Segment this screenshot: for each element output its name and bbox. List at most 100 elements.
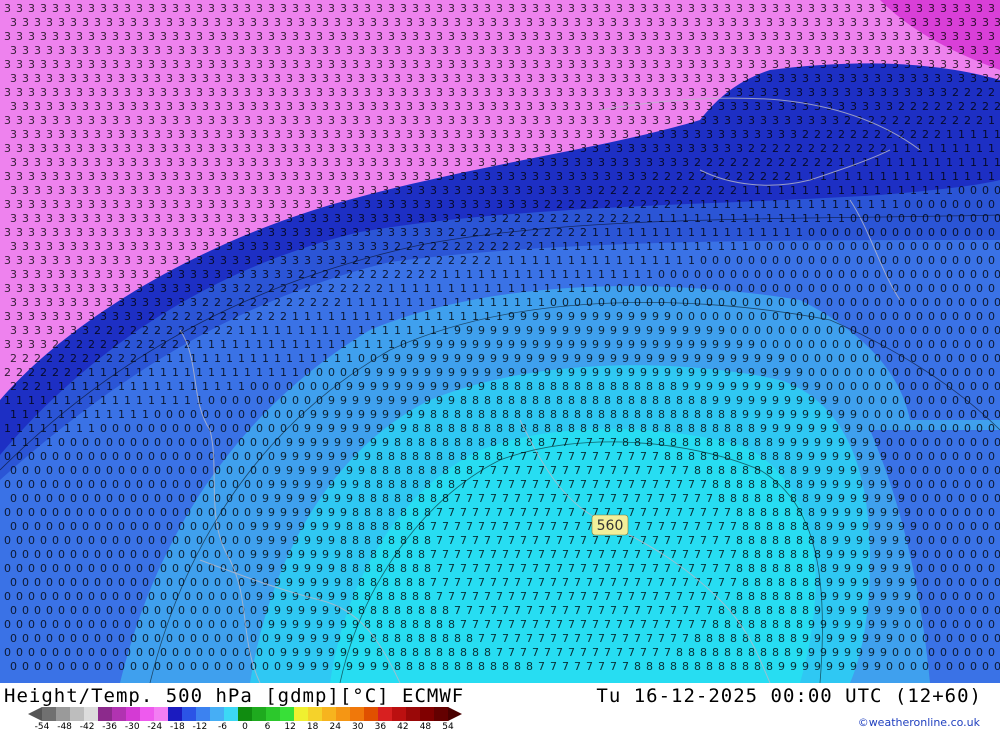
svg-text:0: 0	[226, 604, 233, 617]
svg-text:0: 0	[166, 408, 173, 421]
svg-text:0: 0	[904, 478, 911, 491]
svg-text:9: 9	[430, 380, 437, 393]
svg-text:3: 3	[10, 16, 17, 29]
svg-text:7: 7	[706, 492, 713, 505]
svg-text:0: 0	[688, 282, 695, 295]
svg-text:9: 9	[496, 366, 503, 379]
svg-text:0: 0	[58, 576, 65, 589]
svg-text:2: 2	[856, 114, 863, 127]
temperature-field: 3333333333333333333333333333333333333333…	[0, 0, 1000, 683]
svg-text:0: 0	[766, 324, 773, 337]
svg-text:0: 0	[604, 282, 611, 295]
svg-text:8: 8	[400, 450, 407, 463]
svg-text:0: 0	[28, 562, 35, 575]
svg-text:7: 7	[574, 660, 581, 673]
svg-text:0: 0	[52, 534, 59, 547]
svg-text:3: 3	[424, 198, 431, 211]
svg-text:8: 8	[742, 604, 749, 617]
colorbar-swatch	[420, 707, 435, 721]
svg-text:3: 3	[280, 86, 287, 99]
colorbar-swatch	[294, 707, 309, 721]
svg-text:0: 0	[952, 590, 959, 603]
svg-text:3: 3	[418, 100, 425, 113]
svg-text:8: 8	[382, 576, 389, 589]
svg-text:9: 9	[280, 506, 287, 519]
svg-text:2: 2	[676, 198, 683, 211]
svg-text:0: 0	[970, 660, 977, 673]
svg-text:1: 1	[376, 338, 383, 351]
svg-text:9: 9	[778, 660, 785, 673]
svg-text:9: 9	[340, 394, 347, 407]
svg-text:7: 7	[652, 562, 659, 575]
colorbar-left-arrow	[28, 707, 42, 721]
svg-text:7: 7	[640, 618, 647, 631]
svg-text:8: 8	[394, 632, 401, 645]
svg-text:9: 9	[862, 576, 869, 589]
svg-text:9: 9	[388, 366, 395, 379]
svg-text:3: 3	[646, 100, 653, 113]
svg-text:0: 0	[148, 590, 155, 603]
svg-text:3: 3	[982, 16, 989, 29]
svg-text:3: 3	[346, 44, 353, 57]
svg-text:9: 9	[400, 422, 407, 435]
svg-text:0: 0	[142, 660, 149, 673]
svg-text:3: 3	[64, 86, 71, 99]
svg-text:3: 3	[178, 100, 185, 113]
svg-text:9: 9	[298, 548, 305, 561]
svg-text:3: 3	[322, 156, 329, 169]
svg-text:0: 0	[82, 576, 89, 589]
svg-text:2: 2	[832, 142, 839, 155]
svg-text:9: 9	[310, 548, 317, 561]
svg-text:3: 3	[838, 16, 845, 29]
svg-text:1: 1	[292, 366, 299, 379]
svg-text:3: 3	[844, 2, 851, 15]
svg-text:8: 8	[496, 450, 503, 463]
svg-text:3: 3	[568, 2, 575, 15]
svg-text:7: 7	[604, 450, 611, 463]
svg-text:3: 3	[448, 2, 455, 15]
svg-text:0: 0	[832, 338, 839, 351]
svg-text:0: 0	[928, 618, 935, 631]
svg-text:9: 9	[538, 324, 545, 337]
svg-text:9: 9	[904, 534, 911, 547]
svg-text:9: 9	[562, 324, 569, 337]
svg-text:9: 9	[808, 618, 815, 631]
svg-text:3: 3	[76, 86, 83, 99]
svg-text:7: 7	[634, 604, 641, 617]
svg-text:0: 0	[964, 422, 971, 435]
svg-text:3: 3	[406, 156, 413, 169]
svg-text:8: 8	[772, 506, 779, 519]
svg-text:8: 8	[784, 450, 791, 463]
svg-text:3: 3	[478, 212, 485, 225]
svg-text:2: 2	[580, 226, 587, 239]
svg-text:8: 8	[706, 436, 713, 449]
svg-text:9: 9	[508, 366, 515, 379]
svg-text:8: 8	[646, 380, 653, 393]
svg-text:1: 1	[220, 366, 227, 379]
svg-text:9: 9	[412, 394, 419, 407]
svg-text:0: 0	[46, 492, 53, 505]
svg-text:0: 0	[874, 380, 881, 393]
svg-text:0: 0	[754, 296, 761, 309]
svg-text:7: 7	[712, 506, 719, 519]
svg-text:3: 3	[220, 198, 227, 211]
svg-text:0: 0	[988, 282, 995, 295]
svg-text:0: 0	[274, 380, 281, 393]
svg-text:0: 0	[244, 450, 251, 463]
svg-text:3: 3	[316, 142, 323, 155]
svg-text:3: 3	[904, 86, 911, 99]
svg-text:8: 8	[430, 604, 437, 617]
svg-text:0: 0	[934, 436, 941, 449]
svg-text:2: 2	[922, 100, 929, 113]
svg-text:3: 3	[196, 2, 203, 15]
svg-text:3: 3	[418, 72, 425, 85]
svg-text:9: 9	[322, 660, 329, 673]
svg-text:0: 0	[922, 660, 929, 673]
svg-text:3: 3	[472, 170, 479, 183]
svg-text:9: 9	[736, 394, 743, 407]
svg-text:9: 9	[850, 604, 857, 617]
svg-text:0: 0	[826, 268, 833, 281]
svg-text:9: 9	[832, 618, 839, 631]
svg-text:0: 0	[910, 408, 917, 421]
svg-text:3: 3	[334, 72, 341, 85]
